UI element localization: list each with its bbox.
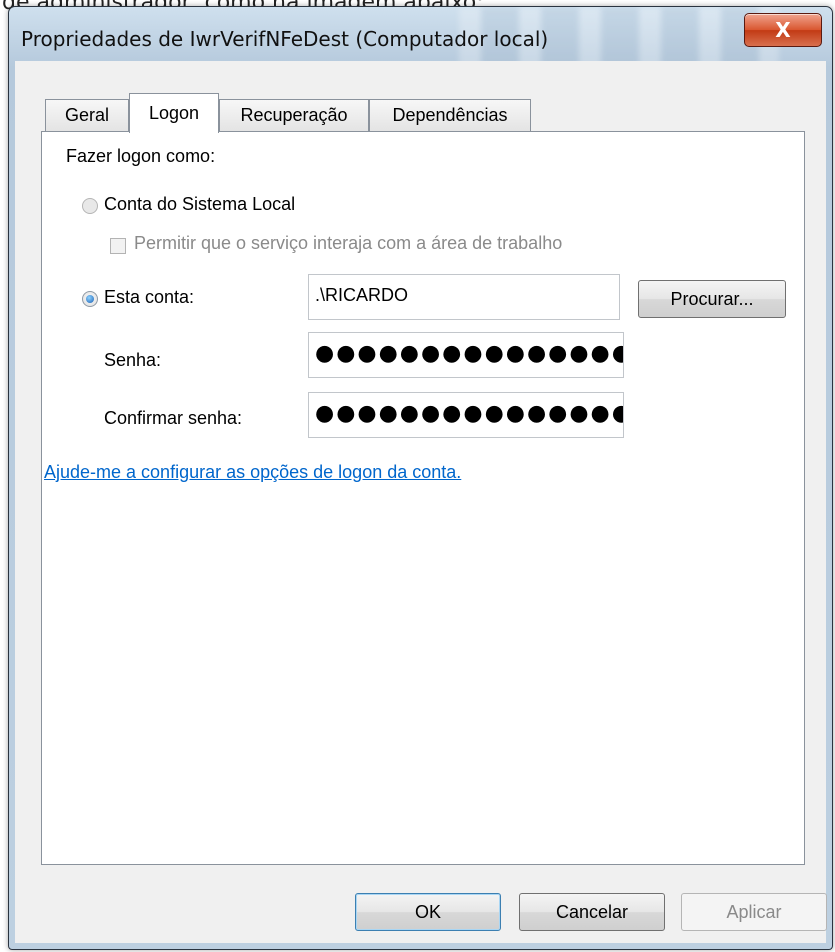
logon-help-link[interactable]: Ajude-me a configurar as opções de logon… <box>44 462 461 483</box>
local-system-label[interactable]: Conta do Sistema Local <box>104 194 295 215</box>
radio-selected-dot <box>86 295 94 303</box>
password-field[interactable]: ●●●●●●●●●●●●●●● <box>308 332 624 378</box>
apply-button[interactable]: Aplicar <box>681 893 827 931</box>
account-input[interactable]: .\RICARDO <box>308 274 620 320</box>
local-system-radio[interactable] <box>82 198 98 214</box>
password-label: Senha: <box>104 350 162 370</box>
tab-logon[interactable]: Logon <box>129 93 219 133</box>
dialog-title: Propriedades de IwrVerifNFeDest (Computa… <box>21 27 549 51</box>
confirm-password-label: Confirmar senha: <box>104 408 243 428</box>
this-account-label[interactable]: Esta conta: <box>104 287 194 308</box>
logon-as-heading: Fazer logon como: <box>66 146 216 166</box>
interact-desktop-label: Permitir que o serviço interaja com a ár… <box>134 233 563 253</box>
properties-dialog: Propriedades de IwrVerifNFeDest (Computa… <box>8 6 833 950</box>
ok-button[interactable]: OK <box>355 893 501 931</box>
tab-geral[interactable]: Geral <box>45 99 129 131</box>
dialog-client-area: Geral Logon Recuperação Dependências Faz… <box>15 61 827 943</box>
tab-recuperacao[interactable]: Recuperação <box>219 99 369 131</box>
tab-dependencias[interactable]: Dependências <box>369 99 531 131</box>
confirm-password-field[interactable]: ●●●●●●●●●●●●●●● <box>308 392 624 438</box>
this-account-radio[interactable] <box>82 291 98 307</box>
interact-desktop-checkbox[interactable] <box>110 238 126 254</box>
close-button[interactable]: X <box>744 13 822 47</box>
cancel-button[interactable]: Cancelar <box>519 893 665 931</box>
browse-button[interactable]: Procurar... <box>638 280 786 318</box>
close-icon: X <box>775 18 791 42</box>
logon-tab-panel: Fazer logon como: Conta do Sistema Local… <box>41 131 805 865</box>
